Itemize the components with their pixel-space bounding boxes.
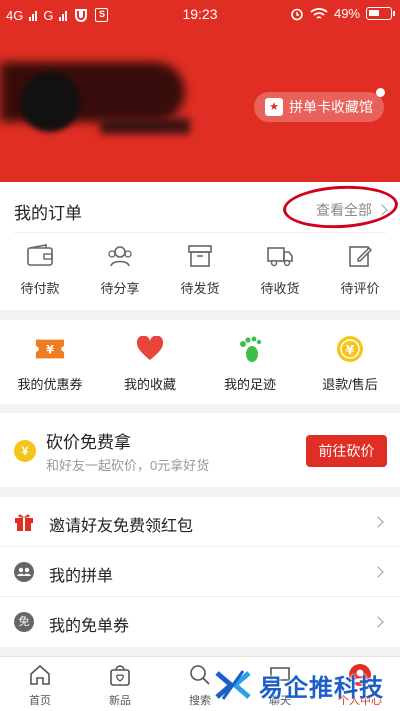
list-item-my-group-orders[interactable]: 我的拼单 <box>0 547 400 597</box>
chevron-right-icon <box>372 516 384 528</box>
service-label: 我的足迹 <box>223 377 276 392</box>
service-label: 退款/售后 <box>322 377 378 392</box>
watermark-text: 易企推科技 <box>259 674 384 702</box>
orders-card: 我的订单 查看全部 待付款 待分享 待发货 待收货 待评价 <box>0 182 400 310</box>
order-pending-share[interactable]: 待分享 <box>80 244 160 297</box>
group-icon <box>14 562 34 582</box>
battery-icon <box>366 7 395 20</box>
card-collection-label: 拼单卡收藏馆 <box>289 99 373 115</box>
tab-home[interactable]: 首页 <box>0 657 80 711</box>
tab-new[interactable]: 新品 <box>80 657 160 711</box>
heart-icon <box>135 336 165 362</box>
my-coupons[interactable]: ¥ 我的优惠券 <box>0 320 100 404</box>
bargain-subtitle: 和好友一起砍价，0元拿好货 <box>46 458 210 473</box>
order-item-label: 待分享 <box>100 281 140 296</box>
bag-icon <box>110 665 130 686</box>
battery-percent: 49% <box>333 6 360 21</box>
my-favorites[interactable]: 我的收藏 <box>100 320 200 404</box>
box-icon <box>188 245 212 267</box>
order-pending-review[interactable]: 待评价 <box>320 244 400 297</box>
svg-text:¥: ¥ <box>46 344 54 357</box>
card-collection-button[interactable]: ★ 拼单卡收藏馆 <box>254 92 384 122</box>
watermark-logo-icon <box>215 670 251 700</box>
annotation-circle <box>281 183 400 231</box>
profile-avatar-obscured[interactable] <box>0 62 200 142</box>
order-item-label: 待评价 <box>340 281 380 296</box>
order-item-label: 待收货 <box>260 281 300 296</box>
coupon-icon: ¥ <box>35 336 65 362</box>
my-footprints[interactable]: 我的足迹 <box>200 320 300 404</box>
profile-header: 4G G S 19:23 49% ★ 拼单卡收藏馆 <box>0 0 400 182</box>
tab-label: 搜索 <box>189 695 211 707</box>
footprint-icon <box>235 336 265 362</box>
tab-label: 新品 <box>109 695 131 707</box>
menu-list: 邀请好友免费领红包 我的拼单 免 我的免单券 <box>0 497 400 647</box>
refund-icon: ¥ <box>335 336 365 362</box>
bargain-card[interactable]: ¥ 砍价免费拿 和好友一起砍价，0元拿好货 前往砍价 <box>0 413 400 487</box>
star-card-icon: ★ <box>265 98 283 116</box>
tab-label: 首页 <box>29 695 51 707</box>
order-pending-receive[interactable]: 待收货 <box>240 244 320 297</box>
free-ticket-icon: 免 <box>14 612 34 632</box>
svg-text:¥: ¥ <box>346 343 355 357</box>
go-bargain-button[interactable]: 前往砍价 <box>306 435 387 467</box>
list-item-label: 邀请好友免费领红包 <box>49 518 194 535</box>
truck-icon <box>267 247 293 267</box>
edit-icon <box>349 246 373 267</box>
refund-after-sale[interactable]: ¥ 退款/售后 <box>300 320 400 404</box>
watermark: 易企推科技 <box>213 661 400 709</box>
order-item-label: 待付款 <box>20 281 60 296</box>
alarm-icon <box>291 8 303 20</box>
orders-title: 我的订单 <box>14 204 82 223</box>
service-label: 我的收藏 <box>123 377 176 392</box>
bargain-title: 砍价免费拿 <box>46 433 131 452</box>
service-label: 我的优惠券 <box>17 377 83 392</box>
wallet-icon <box>27 244 53 266</box>
search-icon <box>190 665 210 685</box>
coin-icon: ¥ <box>14 440 36 462</box>
order-pending-ship[interactable]: 待发货 <box>160 244 240 297</box>
list-item-free-order-coupons[interactable]: 免 我的免单券 <box>0 597 400 647</box>
list-item-invite-friends[interactable]: 邀请好友免费领红包 <box>0 497 400 547</box>
notification-dot <box>376 88 385 97</box>
users-icon <box>108 246 132 267</box>
chevron-right-icon <box>372 616 384 628</box>
chevron-right-icon <box>372 566 384 578</box>
order-status-row: 待付款 待分享 待发货 待收货 待评价 <box>0 244 400 297</box>
gift-icon <box>15 514 33 531</box>
status-bar: 4G G S 19:23 49% <box>0 0 400 30</box>
order-item-label: 待发货 <box>180 281 220 296</box>
services-card: ¥ 我的优惠券 我的收藏 我的足迹 ¥ 退款/售后 <box>0 320 400 404</box>
list-item-label: 我的免单券 <box>49 618 130 635</box>
order-pending-payment[interactable]: 待付款 <box>0 244 80 297</box>
wifi-icon <box>310 7 328 19</box>
home-icon <box>30 664 50 685</box>
list-item-label: 我的拼单 <box>49 568 114 585</box>
divider <box>14 232 386 233</box>
